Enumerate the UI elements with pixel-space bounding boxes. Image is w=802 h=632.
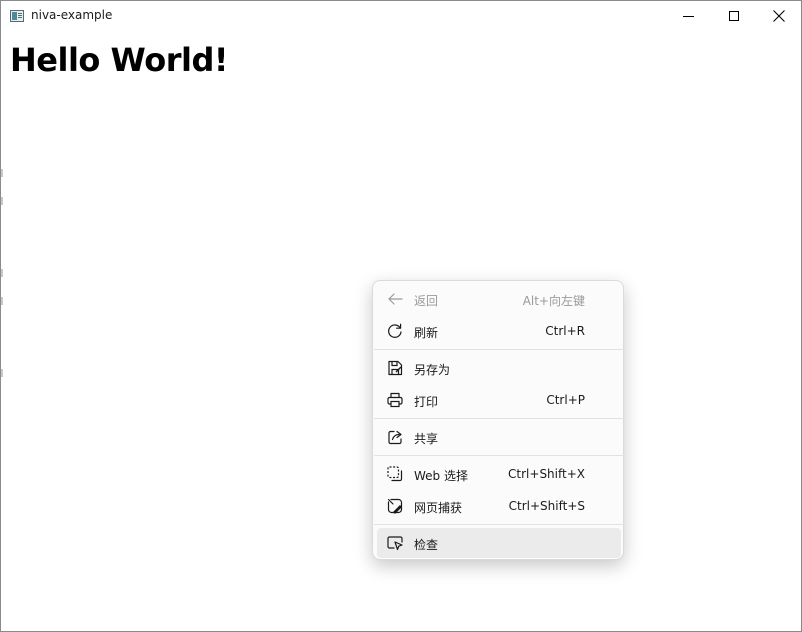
save-icon (388, 360, 403, 376)
maximize-button[interactable] (711, 1, 757, 31)
menu-item-print[interactable]: 打印 Ctrl+P (377, 385, 621, 415)
menu-item-shortcut: Ctrl+Shift+X (508, 467, 585, 481)
context-menu: 返回 Alt+向左键 刷新 Ctrl+R 另存为 打印 Ctrl+P 共享 We… (372, 280, 624, 560)
menu-item-refresh[interactable]: 刷新 Ctrl+R (377, 316, 621, 346)
edge-mark (1, 369, 3, 377)
refresh-icon (388, 323, 402, 338)
maximize-icon (729, 11, 739, 21)
title-bar[interactable]: niva-example (1, 1, 801, 31)
menu-separator (374, 418, 624, 419)
menu-item-label: 共享 (414, 432, 439, 446)
menu-item-shortcut: Ctrl+Shift+S (508, 499, 585, 513)
menu-separator (374, 524, 624, 525)
menu-item-label: 检查 (414, 538, 439, 552)
menu-separator (374, 349, 624, 350)
app-window: niva-example Hello World! 返回 Alt+向左键 刷新 … (0, 0, 802, 632)
minimize-button[interactable] (665, 1, 711, 31)
menu-item-label: 返回 (414, 294, 439, 308)
menu-item-inspect[interactable]: 检查 (377, 528, 621, 558)
window-title: niva-example (31, 8, 113, 22)
menu-item-shortcut: Alt+向左键 (522, 294, 585, 308)
menu-item-shortcut: Ctrl+R (545, 324, 585, 338)
menu-item-label: 网页捕获 (414, 501, 463, 515)
edge-mark (1, 197, 3, 205)
edge-mark (1, 169, 3, 177)
printer-icon (387, 392, 403, 408)
menu-item-shortcut: Ctrl+P (546, 393, 585, 407)
menu-item-web-select[interactable]: Web 选择 Ctrl+Shift+X (377, 459, 621, 489)
menu-item-save-as[interactable]: 另存为 (377, 353, 621, 383)
menu-item-label: 打印 (414, 395, 439, 409)
inspect-icon (387, 536, 403, 551)
minimize-icon (683, 16, 694, 17)
share-icon (388, 430, 402, 445)
menu-item-label: Web 选择 (414, 469, 468, 483)
edge-mark (1, 297, 3, 305)
close-icon (773, 10, 785, 22)
menu-item-web-capture[interactable]: 网页捕获 Ctrl+Shift+S (377, 491, 621, 521)
app-window-icon (10, 10, 24, 22)
menu-separator (374, 455, 624, 456)
arrow-left-icon (388, 293, 403, 305)
menu-item-share[interactable]: 共享 (377, 422, 621, 452)
web-capture-icon (387, 498, 403, 514)
page-heading: Hello World! (10, 41, 228, 79)
menu-item-label: 刷新 (414, 326, 439, 340)
web-select-icon (387, 466, 403, 482)
menu-item-label: 另存为 (414, 363, 451, 377)
edge-mark (1, 269, 3, 277)
menu-item-back[interactable]: 返回 Alt+向左键 (377, 284, 621, 314)
close-button[interactable] (756, 1, 802, 31)
